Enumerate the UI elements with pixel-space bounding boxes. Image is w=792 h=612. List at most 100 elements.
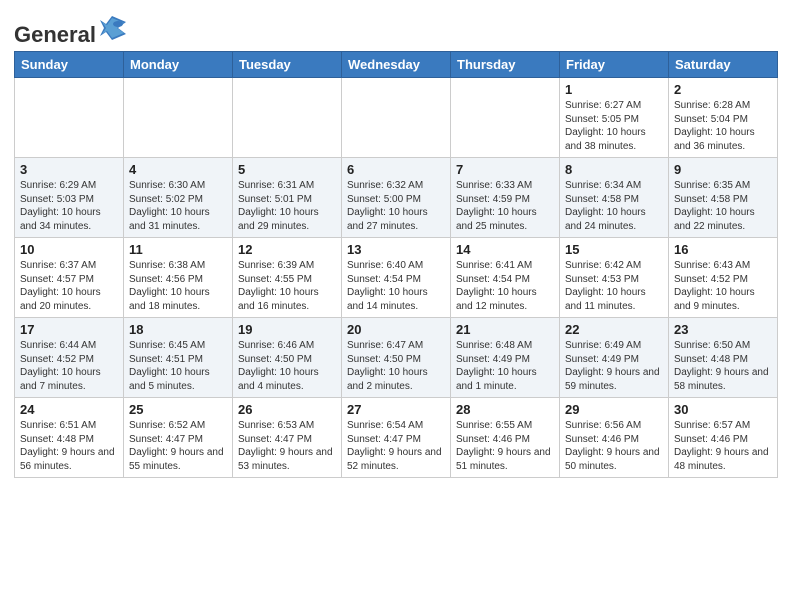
calendar-week-row: 1 Sunrise: 6:27 AM Sunset: 5:05 PM Daylig… [15,78,778,158]
day-info: Sunrise: 6:39 AM Sunset: 4:55 PM Dayligh… [238,259,336,313]
day-info: Sunrise: 6:48 AM Sunset: 4:49 PM Dayligh… [456,339,554,393]
day-info: Sunrise: 6:56 AM Sunset: 4:46 PM Dayligh… [565,419,663,473]
day-number: 2 [674,82,772,97]
logo-text-block: General [14,14,126,43]
day-info: Sunrise: 6:50 AM Sunset: 4:48 PM Dayligh… [674,339,772,393]
day-info: Sunrise: 6:37 AM Sunset: 4:57 PM Dayligh… [20,259,118,313]
weekday-header-saturday: Saturday [669,52,778,78]
calendar-day-cell: 30Sunrise: 6:57 AM Sunset: 4:46 PM Dayli… [669,398,778,478]
day-number: 24 [20,402,118,417]
calendar-day-cell: 12 Sunrise: 6:39 AM Sunset: 4:55 PM Dayli… [233,238,342,318]
day-number: 22 [565,322,663,337]
weekday-header-thursday: Thursday [451,52,560,78]
day-number: 29 [565,402,663,417]
day-number: 6 [347,162,445,177]
calendar-day-cell: 26 Sunrise: 6:53 AM Sunset: 4:47 PM Dayli… [233,398,342,478]
weekday-header-friday: Friday [560,52,669,78]
calendar-week-row: 24Sunrise: 6:51 AM Sunset: 4:48 PM Dayli… [15,398,778,478]
calendar-day-cell: 21 Sunrise: 6:48 AM Sunset: 4:49 PM Dayli… [451,318,560,398]
calendar-week-row: 3Sunrise: 6:29 AM Sunset: 5:03 PM Daylig… [15,158,778,238]
calendar-day-cell: 1 Sunrise: 6:27 AM Sunset: 5:05 PM Daylig… [560,78,669,158]
day-number: 12 [238,242,336,257]
day-info: Sunrise: 6:52 AM Sunset: 4:47 PM Dayligh… [129,419,227,473]
calendar-day-cell: 25 Sunrise: 6:52 AM Sunset: 4:47 PM Dayli… [124,398,233,478]
day-info: Sunrise: 6:33 AM Sunset: 4:59 PM Dayligh… [456,179,554,233]
day-number: 14 [456,242,554,257]
weekday-header-monday: Monday [124,52,233,78]
calendar-day-cell: 16 Sunrise: 6:43 AM Sunset: 4:52 PM Dayli… [669,238,778,318]
day-number: 11 [129,242,227,257]
page: General SundayMondayTuesdayWednesdayThur… [0,0,792,612]
calendar-day-cell: 4 Sunrise: 6:30 AM Sunset: 5:02 PM Daylig… [124,158,233,238]
weekday-header-sunday: Sunday [15,52,124,78]
day-number: 1 [565,82,663,97]
calendar-day-cell: 29 Sunrise: 6:56 AM Sunset: 4:46 PM Dayli… [560,398,669,478]
weekday-header-wednesday: Wednesday [342,52,451,78]
weekday-header-tuesday: Tuesday [233,52,342,78]
calendar-empty-cell [233,78,342,158]
calendar-day-cell: 2 Sunrise: 6:28 AM Sunset: 5:04 PM Daylig… [669,78,778,158]
day-number: 10 [20,242,118,257]
calendar-day-cell: 5 Sunrise: 6:31 AM Sunset: 5:01 PM Daylig… [233,158,342,238]
day-number: 17 [20,322,118,337]
day-number: 15 [565,242,663,257]
calendar-empty-cell [342,78,451,158]
calendar-day-cell: 28 Sunrise: 6:55 AM Sunset: 4:46 PM Dayli… [451,398,560,478]
day-number: 8 [565,162,663,177]
day-number: 13 [347,242,445,257]
calendar-day-cell: 14 Sunrise: 6:41 AM Sunset: 4:54 PM Dayli… [451,238,560,318]
day-number: 21 [456,322,554,337]
day-number: 16 [674,242,772,257]
day-info: Sunrise: 6:34 AM Sunset: 4:58 PM Dayligh… [565,179,663,233]
day-info: Sunrise: 6:44 AM Sunset: 4:52 PM Dayligh… [20,339,118,393]
calendar-day-cell: 24Sunrise: 6:51 AM Sunset: 4:48 PM Dayli… [15,398,124,478]
day-number: 20 [347,322,445,337]
calendar-empty-cell [124,78,233,158]
day-info: Sunrise: 6:35 AM Sunset: 4:58 PM Dayligh… [674,179,772,233]
calendar-day-cell: 17 Sunrise: 6:44 AM Sunset: 4:52 PM Dayli… [15,318,124,398]
day-number: 28 [456,402,554,417]
calendar-day-cell: 19Sunrise: 6:46 AM Sunset: 4:50 PM Dayli… [233,318,342,398]
day-number: 26 [238,402,336,417]
day-info: Sunrise: 6:27 AM Sunset: 5:05 PM Dayligh… [565,99,663,153]
logo: General [14,14,126,43]
logo-bird-icon [98,14,126,42]
day-number: 19 [238,322,336,337]
calendar-day-cell: 8 Sunrise: 6:34 AM Sunset: 4:58 PM Daylig… [560,158,669,238]
calendar-day-cell: 18Sunrise: 6:45 AM Sunset: 4:51 PM Dayli… [124,318,233,398]
day-info: Sunrise: 6:57 AM Sunset: 4:46 PM Dayligh… [674,419,772,473]
day-number: 5 [238,162,336,177]
day-info: Sunrise: 6:32 AM Sunset: 5:00 PM Dayligh… [347,179,445,233]
calendar-day-cell: 7 Sunrise: 6:33 AM Sunset: 4:59 PM Daylig… [451,158,560,238]
calendar-day-cell: 15 Sunrise: 6:42 AM Sunset: 4:53 PM Dayli… [560,238,669,318]
day-info: Sunrise: 6:30 AM Sunset: 5:02 PM Dayligh… [129,179,227,233]
calendar-day-cell: 6 Sunrise: 6:32 AM Sunset: 5:00 PM Daylig… [342,158,451,238]
calendar-empty-cell [15,78,124,158]
header: General [14,10,778,43]
day-info: Sunrise: 6:45 AM Sunset: 4:51 PM Dayligh… [129,339,227,393]
day-info: Sunrise: 6:42 AM Sunset: 4:53 PM Dayligh… [565,259,663,313]
day-info: Sunrise: 6:53 AM Sunset: 4:47 PM Dayligh… [238,419,336,473]
calendar-empty-cell [451,78,560,158]
day-info: Sunrise: 6:55 AM Sunset: 4:46 PM Dayligh… [456,419,554,473]
day-number: 7 [456,162,554,177]
calendar-table: SundayMondayTuesdayWednesdayThursdayFrid… [14,51,778,478]
calendar-day-cell: 23 Sunrise: 6:50 AM Sunset: 4:48 PM Dayli… [669,318,778,398]
calendar-day-cell: 27 Sunrise: 6:54 AM Sunset: 4:47 PM Dayli… [342,398,451,478]
day-info: Sunrise: 6:41 AM Sunset: 4:54 PM Dayligh… [456,259,554,313]
day-info: Sunrise: 6:28 AM Sunset: 5:04 PM Dayligh… [674,99,772,153]
day-info: Sunrise: 6:43 AM Sunset: 4:52 PM Dayligh… [674,259,772,313]
day-number: 27 [347,402,445,417]
day-info: Sunrise: 6:54 AM Sunset: 4:47 PM Dayligh… [347,419,445,473]
day-info: Sunrise: 6:31 AM Sunset: 5:01 PM Dayligh… [238,179,336,233]
day-info: Sunrise: 6:38 AM Sunset: 4:56 PM Dayligh… [129,259,227,313]
day-number: 23 [674,322,772,337]
day-number: 3 [20,162,118,177]
calendar-week-row: 10 Sunrise: 6:37 AM Sunset: 4:57 PM Dayli… [15,238,778,318]
calendar-day-cell: 3Sunrise: 6:29 AM Sunset: 5:03 PM Daylig… [15,158,124,238]
day-number: 25 [129,402,227,417]
day-info: Sunrise: 6:40 AM Sunset: 4:54 PM Dayligh… [347,259,445,313]
calendar-day-cell: 9Sunrise: 6:35 AM Sunset: 4:58 PM Daylig… [669,158,778,238]
day-number: 4 [129,162,227,177]
calendar-day-cell: 11 Sunrise: 6:38 AM Sunset: 4:56 PM Dayli… [124,238,233,318]
